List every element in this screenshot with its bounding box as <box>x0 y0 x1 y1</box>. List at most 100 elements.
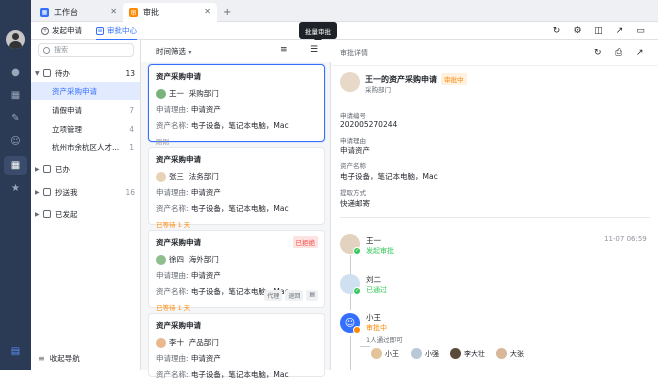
initiate-button[interactable]: + 发起申请 <box>41 25 82 36</box>
nav-item-asset-purchase[interactable]: 资产采购申请 <box>31 82 140 100</box>
favorites-icon[interactable]: ★ <box>9 182 22 195</box>
approver-chip[interactable]: 大张 <box>496 348 524 359</box>
approver-name: 大张 <box>510 349 524 358</box>
reason-row: 申请理由: 申请资产 <box>156 104 317 115</box>
search-input[interactable]: 搜索 <box>38 43 134 57</box>
toolbar: + 发起申请 ≡ 审批中心 ↻ ⚙ ◫ ↗ ▭ <box>31 22 658 41</box>
approver-chip[interactable]: 李大壮 <box>450 348 485 359</box>
collapse-nav-button[interactable]: ≡ 收起导航 <box>38 353 80 364</box>
user-dept: 法务部门 <box>188 172 219 181</box>
more-icon[interactable]: ▤ <box>306 290 318 301</box>
avatar <box>156 254 166 265</box>
contacts-icon[interactable]: ☺ <box>9 135 22 148</box>
settings-icon[interactable]: ⚙ <box>572 25 583 36</box>
group-todo[interactable]: ▼ 待办 13 <box>31 65 141 81</box>
calendar-icon[interactable]: ▦ <box>9 89 22 102</box>
nav-item-talent[interactable]: 杭州市余杭区人才... 1 <box>31 138 140 156</box>
group-cc[interactable]: ▶ 抄送我 16 <box>31 184 141 200</box>
tab-workspace[interactable]: ▦ 工作台 ✕ <box>34 3 123 22</box>
return-button[interactable]: 退回 <box>285 290 304 301</box>
stats-icon[interactable]: ▤ <box>9 345 22 358</box>
tab-bar: ▦ 工作台 ✕ 审 审批 ✕ + <box>31 0 658 22</box>
caret-right-icon: ▶ <box>35 210 40 218</box>
batch-select-icon[interactable]: ☰ <box>310 45 318 55</box>
row-key: 资产名称: <box>156 121 189 130</box>
list-item[interactable]: 资产采购申请 李十 产品部门 申请理由: 申请资产 资产名称: 电子设备，笔记本… <box>148 313 325 379</box>
divider <box>340 217 650 218</box>
caret-right-icon: ▶ <box>35 188 40 196</box>
approver-chip[interactable]: 小强 <box>411 348 439 359</box>
title-text: 王一的资产采购申请 <box>365 74 437 84</box>
row-key: 资产名称: <box>156 370 189 379</box>
group-label: 已发起 <box>55 209 78 219</box>
group-count: 16 <box>125 187 135 197</box>
timeline-status: 发起审批 <box>366 247 394 255</box>
docs-icon[interactable]: ✎ <box>9 112 22 125</box>
status-badge: 审批中 <box>441 73 467 85</box>
field-label: 资产名称 <box>340 162 366 170</box>
approval-rule-note: 1人通过即可 <box>366 336 403 344</box>
avatar <box>450 348 461 359</box>
field-label: 提取方式 <box>340 189 366 197</box>
user-name: 王一 <box>169 89 184 98</box>
approval-tab-icon: 审 <box>129 8 138 17</box>
asset-row: 资产名称: 电子设备，笔记本电脑，Mac <box>156 120 317 131</box>
timeline-name: 小王 <box>366 313 381 322</box>
group-initiated[interactable]: ▶ 已发起 <box>31 206 141 222</box>
detail-header: 审批详情 ↻ ⎙ ↗ <box>331 40 658 66</box>
done-icon <box>43 165 51 173</box>
cc-icon <box>43 188 51 196</box>
user-dept: 海外部门 <box>188 255 219 264</box>
new-tab-button[interactable]: + <box>221 3 237 22</box>
field-value: 申请资产 <box>340 146 370 155</box>
refresh-icon[interactable]: ↻ <box>594 48 602 58</box>
share-icon[interactable]: ↗ <box>614 25 625 36</box>
time-filter[interactable]: 时间筛选 ▾ <box>156 46 191 57</box>
list-item[interactable]: 资产采购申请 王一 采购部门 申请理由: 申请资产 资产名称: 电子设备，笔记本… <box>148 64 325 146</box>
reason-row: 申请理由: 申请资产 <box>156 187 317 198</box>
delegate-button[interactable]: 代理 <box>264 290 283 301</box>
close-icon[interactable]: ✕ <box>110 7 117 16</box>
field-value: 电子设备，笔记本电脑，Mac <box>340 172 438 181</box>
close-icon[interactable]: ✕ <box>204 7 211 16</box>
list-item[interactable]: 资产采购申请 张三 法务部门 申请理由: 申请资产 资产名称: 电子设备，笔记本… <box>148 147 325 229</box>
nav-item-project[interactable]: 立项管理 4 <box>31 120 140 138</box>
user-avatar[interactable] <box>6 30 25 49</box>
avatar <box>156 337 166 348</box>
chat-icon[interactable]: ● <box>9 66 22 79</box>
approver-chip[interactable]: 小王 <box>371 348 399 359</box>
screen-icon[interactable]: ▭ <box>635 25 646 36</box>
tab-approval[interactable]: 审 审批 ✕ <box>123 3 217 22</box>
plus-circle-icon: + <box>41 26 49 35</box>
tab-label: 审批 <box>143 8 159 17</box>
refresh-icon[interactable]: ↻ <box>551 25 562 36</box>
timeline-status: 审批中 <box>366 324 387 332</box>
print-icon[interactable]: ⎙ <box>615 48 622 58</box>
approver-name: 李大壮 <box>464 349 485 358</box>
timeline-name: 刘二 <box>366 275 381 284</box>
initiate-label: 发起申请 <box>52 26 82 35</box>
nav-item-leave[interactable]: 请假申请 7 <box>31 101 140 119</box>
row-value: 电子设备，笔记本电脑，Mac <box>190 121 289 130</box>
reason-row: 申请理由: 申请资产 <box>156 270 317 281</box>
approval-center-tab[interactable]: ≡ 审批中心 <box>96 25 137 41</box>
layout-icon[interactable]: ◫ <box>593 25 604 36</box>
group-done[interactable]: ▶ 已办 <box>31 161 141 177</box>
workspace-icon[interactable]: ▦ <box>4 156 27 175</box>
avatar <box>496 348 507 359</box>
card-title: 资产采购申请 <box>156 321 201 330</box>
row-value: 电子设备，笔记本电脑，Mac <box>190 204 289 213</box>
share-icon[interactable]: ↗ <box>636 48 644 58</box>
rejected-badge: 已拒绝 <box>292 236 318 248</box>
approval-list: 时间筛选 ▾ ≡ ☰ 资产采购申请 王一 采购部门 申请理由: 申请资产 资产名… <box>141 40 331 379</box>
card-title: 资产采购申请 <box>156 155 201 164</box>
timeline-time: 11-07 06:59 <box>604 235 647 243</box>
card-wait-time: 已等待 1 天 <box>156 221 191 229</box>
list-item[interactable]: 资产采购申请 已拒绝 徐四 海外部门 申请理由: 申请资产 资产名称: 电子设备… <box>148 230 325 312</box>
row-value: 申请资产 <box>190 354 221 363</box>
group-count: 13 <box>125 68 135 78</box>
avatar <box>371 348 382 359</box>
user-name: 李十 <box>169 338 184 347</box>
sort-icon[interactable]: ≡ <box>280 45 288 55</box>
row-key: 申请理由: <box>156 188 189 197</box>
